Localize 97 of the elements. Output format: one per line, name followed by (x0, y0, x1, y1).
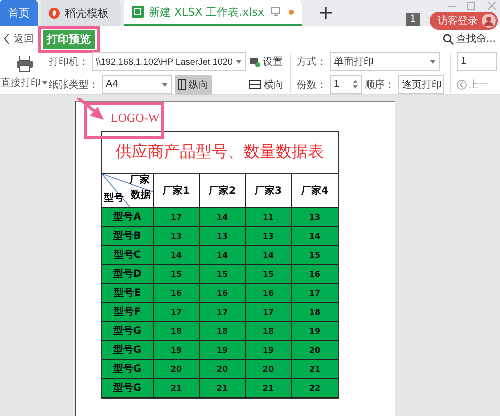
table-cell: 13 (246, 227, 292, 246)
table-cell: 14 (200, 208, 246, 227)
row-header: 型号C (102, 246, 154, 265)
direct-print-button[interactable]: 直接打印 (1, 76, 48, 90)
paper-select[interactable]: A4 (102, 75, 172, 94)
table-cell: 18 (246, 322, 292, 341)
table-cell: 17 (292, 284, 338, 303)
copies-label: 份数： (297, 78, 327, 92)
column-header: 厂家1 (154, 174, 200, 208)
table-cell: 15 (154, 265, 200, 284)
header-label: 厂家 (130, 176, 150, 186)
logo-text: LOGO-W (111, 111, 160, 126)
printer-icon[interactable] (16, 56, 34, 72)
table-cell: 16 (154, 284, 200, 303)
caret-icon (42, 81, 48, 85)
back-link[interactable]: 返回 (14, 32, 34, 46)
row-header: 型号G (102, 341, 154, 360)
order-select[interactable]: 逐页打印 (398, 75, 444, 94)
caret-icon (430, 60, 436, 64)
table-cell: 16 (292, 265, 338, 284)
table-cell: 20 (246, 360, 292, 379)
table-cell: 14 (292, 227, 338, 246)
tab[interactable]: 新建 XLSX 工作表.xlsx (124, 0, 302, 26)
table-cell: 18 (154, 322, 200, 341)
table-cell: 20 (292, 341, 338, 360)
table-cell: 18 (200, 322, 246, 341)
portrait-button[interactable]: 纵向 (175, 74, 212, 94)
portrait-page-icon (178, 79, 186, 90)
table-cell: 13 (200, 227, 246, 246)
tab[interactable]: 首页 (0, 0, 38, 26)
back-icon[interactable] (4, 34, 10, 44)
search-icon[interactable] (443, 34, 454, 44)
caret-icon (162, 82, 168, 86)
table-cell: 13 (154, 227, 200, 246)
printer-select[interactable]: \\192.168.1.102\HP LaserJet 1020 (92, 52, 246, 71)
mode-select[interactable]: 单面打印 (330, 52, 440, 71)
table-cell: 19 (246, 341, 292, 360)
spinner-arrows-icon (353, 80, 358, 89)
landscape-page-icon (249, 80, 261, 89)
header-label: 数据 (131, 191, 151, 201)
header-label: 型号 (104, 194, 124, 204)
paper-type-label: 纸张类型： (49, 78, 99, 92)
mode-label: 方式： (297, 56, 327, 68)
table-title: 供应商产品型号、数量数据表 (116, 142, 324, 163)
table-cell: 21 (154, 379, 200, 398)
column-header: 厂家2 (200, 174, 246, 208)
pointer-arrow (76, 98, 106, 120)
row-header: 型号G (102, 322, 154, 341)
order-label: 顺序： (365, 78, 395, 92)
row-header: 型号D (102, 265, 154, 284)
row-header: 型号B (102, 227, 154, 246)
page-spinner[interactable]: 1 (457, 52, 497, 71)
monitor-icon[interactable] (271, 7, 281, 17)
table-cell: 11 (246, 208, 292, 227)
column-header: 厂家3 (246, 174, 292, 208)
table-cell: 20 (200, 360, 246, 379)
command-search[interactable]: 查找命... (456, 32, 496, 46)
table-cell: 17 (246, 303, 292, 322)
row-header: 型号E (102, 284, 154, 303)
table-cell: 17 (154, 208, 200, 227)
table-cell: 15 (200, 265, 246, 284)
spreadsheet-icon (132, 6, 144, 18)
table-cell: 19 (154, 341, 200, 360)
table-cell: 17 (200, 303, 246, 322)
avatar-icon (482, 14, 496, 28)
tab[interactable]: 稻壳模板 (41, 0, 121, 26)
table-cell: 15 (246, 265, 292, 284)
table-cell: 14 (200, 246, 246, 265)
row-header: 型号A (102, 208, 154, 227)
row-header: 型号G (102, 360, 154, 379)
table-cell: 17 (154, 303, 200, 322)
table-cell: 19 (292, 322, 338, 341)
table-cell: 19 (200, 341, 246, 360)
row-header: 型号G (102, 379, 154, 398)
table-cell: 13 (292, 208, 338, 227)
table-cell: 14 (246, 246, 292, 265)
table-cell: 16 (246, 284, 292, 303)
table-cell: 20 (154, 360, 200, 379)
table-cell: 18 (292, 303, 338, 322)
table-cell: 21 (292, 360, 338, 379)
table-cell: 22 (292, 379, 338, 398)
caret-icon (236, 60, 242, 64)
settings-button[interactable]: 设置 (249, 54, 283, 68)
copies-spinner[interactable]: 1 (330, 75, 362, 94)
table-cell: 21 (200, 379, 246, 398)
table-cell: 14 (154, 246, 200, 265)
row-header: 型号F (102, 303, 154, 322)
flame-icon (49, 8, 60, 18)
login-button[interactable]: 访客登录 (430, 12, 498, 30)
printer-settings-icon (249, 56, 261, 68)
landscape-button[interactable]: 横向 (249, 74, 284, 94)
window-count[interactable]: 1 (406, 13, 420, 26)
table-cell: 15 (292, 246, 338, 265)
table-cell: 21 (246, 379, 292, 398)
printer-label: 打印机： (49, 56, 89, 68)
table-cell: 16 (200, 284, 246, 303)
unsaved-dot-icon (289, 10, 294, 14)
